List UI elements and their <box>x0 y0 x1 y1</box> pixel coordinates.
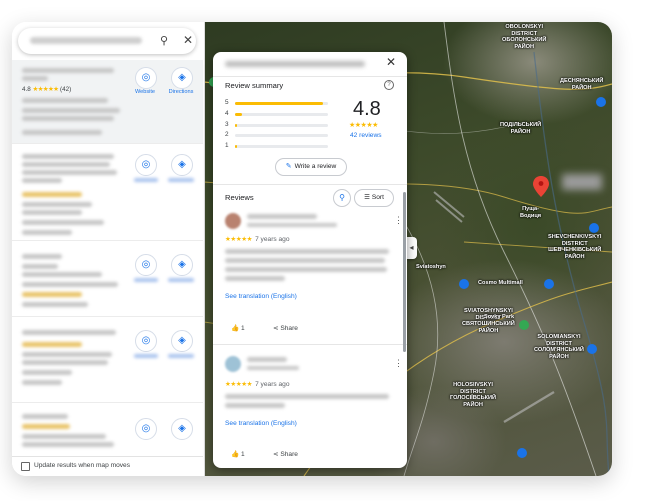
website-button[interactable]: ◎ <box>135 154 157 176</box>
directions-button[interactable]: ◈ <box>171 330 193 352</box>
map-label-solomianskyi: SOLOMIANSKYI DISTRICT СОЛОМ'ЯНСЬКИЙ РАЙО… <box>534 334 584 360</box>
average-stars: ★★★★★ <box>349 122 378 129</box>
map-label-podilskyi: ПОДІЛЬСЬКИЙ РАЙОН <box>500 122 542 135</box>
thumbs-up-icon: 👍 <box>231 451 242 458</box>
directions-icon: ◈ <box>178 259 186 270</box>
help-icon[interactable]: ? <box>384 80 394 90</box>
sort-button[interactable]: ☰ Sort <box>354 189 394 207</box>
sort-icon: ☰ <box>364 194 372 201</box>
review-summary-title: Review summary <box>225 81 284 90</box>
directions-button[interactable]: ◈ <box>171 254 193 276</box>
map-label-holosiivskyi: HOLOSIIVSKYI DISTRICT ГОЛОСІЇВСЬКИЙ РАЙО… <box>450 382 497 408</box>
search-query-blurred <box>30 37 142 44</box>
directions-button[interactable]: ◈ <box>171 418 193 440</box>
close-icon[interactable]: ✕ <box>183 33 193 47</box>
result-item[interactable]: ◎ ◈ <box>12 246 203 317</box>
map-label-desenskyi: ДЕСНЯНСЬКИЙ РАЙОН <box>560 78 604 91</box>
result-item[interactable]: ◎ ◈ <box>12 406 203 456</box>
directions-icon: ◈ <box>178 335 186 346</box>
results-panel: ⚲ ✕ 4.8 ★★★★★ (42) ◎ Website ◈ Direction… <box>12 22 205 476</box>
write-review-button[interactable]: ✎ Write a review <box>275 158 347 176</box>
update-results-checkbox[interactable] <box>21 462 30 471</box>
search-icon[interactable]: ⚲ <box>160 34 168 47</box>
website-label: Website <box>134 89 156 95</box>
map-label-pushcha: Пуща- Водиця <box>520 206 542 219</box>
map-label-shevchenkivskyi: SHEVCHENKIVSKYI DISTRICT ШЕВЧЕНКІВСЬКИЙ … <box>548 234 602 260</box>
update-results-label: Update results when map moves <box>34 462 131 469</box>
directions-label: Directions <box>168 89 194 95</box>
review-count-link[interactable]: 42 reviews <box>350 132 382 139</box>
directions-icon: ◈ <box>178 423 186 434</box>
result-item[interactable]: ◎ ◈ <box>12 322 203 403</box>
directions-icon: ◈ <box>178 159 186 170</box>
result-item-selected[interactable]: 4.8 ★★★★★ (42) ◎ Website ◈ Directions <box>12 60 203 144</box>
search-box[interactable]: ⚲ ✕ <box>18 28 196 54</box>
app-window: OBOLONSKYI DISTRICT ОБОЛОНСЬКИЙ РАЙОН ДЕ… <box>12 22 612 476</box>
more-options-icon[interactable]: ⋮ <box>394 358 403 369</box>
divider <box>213 76 407 77</box>
place-label-blurred <box>562 174 602 190</box>
panel-title-blurred <box>225 61 365 67</box>
divider <box>213 344 407 345</box>
see-translation-link[interactable]: See translation (English) <box>225 293 297 300</box>
reviews-panel: ✕ Review summary ? 5 4 3 2 1 4.8 ★★★★★ 4… <box>213 52 407 468</box>
search-reviews-button[interactable]: ⚲ <box>333 189 351 207</box>
directions-button[interactable]: ◈ <box>171 154 193 176</box>
directions-button[interactable]: ◈ <box>171 67 193 89</box>
result-rating: 4.8 ★★★★★ (42) <box>22 86 72 93</box>
review-rating: ★★★★★ 7 years ago <box>225 381 290 388</box>
see-translation-link[interactable]: See translation (English) <box>225 420 297 427</box>
close-icon[interactable]: ✕ <box>386 55 396 69</box>
share-button[interactable]: ⋖ Share <box>273 450 298 458</box>
website-button[interactable]: ◎ <box>135 330 157 352</box>
thumbs-up-icon: 👍 <box>231 325 242 332</box>
review-rating: ★★★★★ 7 years ago <box>225 236 290 243</box>
website-button[interactable]: ◎ <box>135 254 157 276</box>
globe-icon: ◎ <box>141 259 151 270</box>
globe-icon: ◎ <box>141 159 151 170</box>
globe-icon: ◎ <box>141 72 151 83</box>
divider <box>213 184 407 185</box>
write-review-icon: ✎ <box>285 163 292 170</box>
map-label-sviatoshynskyi: SVIATOSHYNSKYI DISTRICT СВЯТОШИНСЬКИЙ РА… <box>462 308 515 334</box>
avatar[interactable] <box>225 213 241 229</box>
website-button[interactable]: ◎ <box>135 418 157 440</box>
scrollbar[interactable] <box>403 192 406 352</box>
reviews-heading: Reviews <box>225 193 254 202</box>
share-button[interactable]: ⋖ Share <box>273 324 298 332</box>
more-options-icon[interactable]: ⋮ <box>394 215 403 226</box>
map-label-cosmo: Cosmo Multimall <box>478 280 523 286</box>
result-item[interactable]: ◎ ◈ <box>12 146 203 241</box>
website-button[interactable]: ◎ <box>135 67 157 89</box>
like-button[interactable]: 👍 1 <box>231 324 245 332</box>
map-label-sviatoshyn: Sviatoshyn <box>416 264 446 270</box>
map-label-sovky: Sovky Park <box>484 314 515 320</box>
search-icon: ⚲ <box>339 193 345 202</box>
average-rating: 4.8 <box>353 98 381 120</box>
collapse-panel-toggle[interactable]: ◂ <box>406 237 417 259</box>
globe-icon: ◎ <box>141 423 151 434</box>
map-label-obolonskyi: OBOLONSKYI DISTRICT ОБОЛОНСЬКИЙ РАЙОН <box>502 24 547 50</box>
update-on-map-move-row[interactable]: Update results when map moves <box>12 456 203 476</box>
directions-icon: ◈ <box>178 72 186 83</box>
like-button[interactable]: 👍 1 <box>231 450 245 458</box>
avatar[interactable] <box>225 356 241 372</box>
globe-icon: ◎ <box>141 335 151 346</box>
